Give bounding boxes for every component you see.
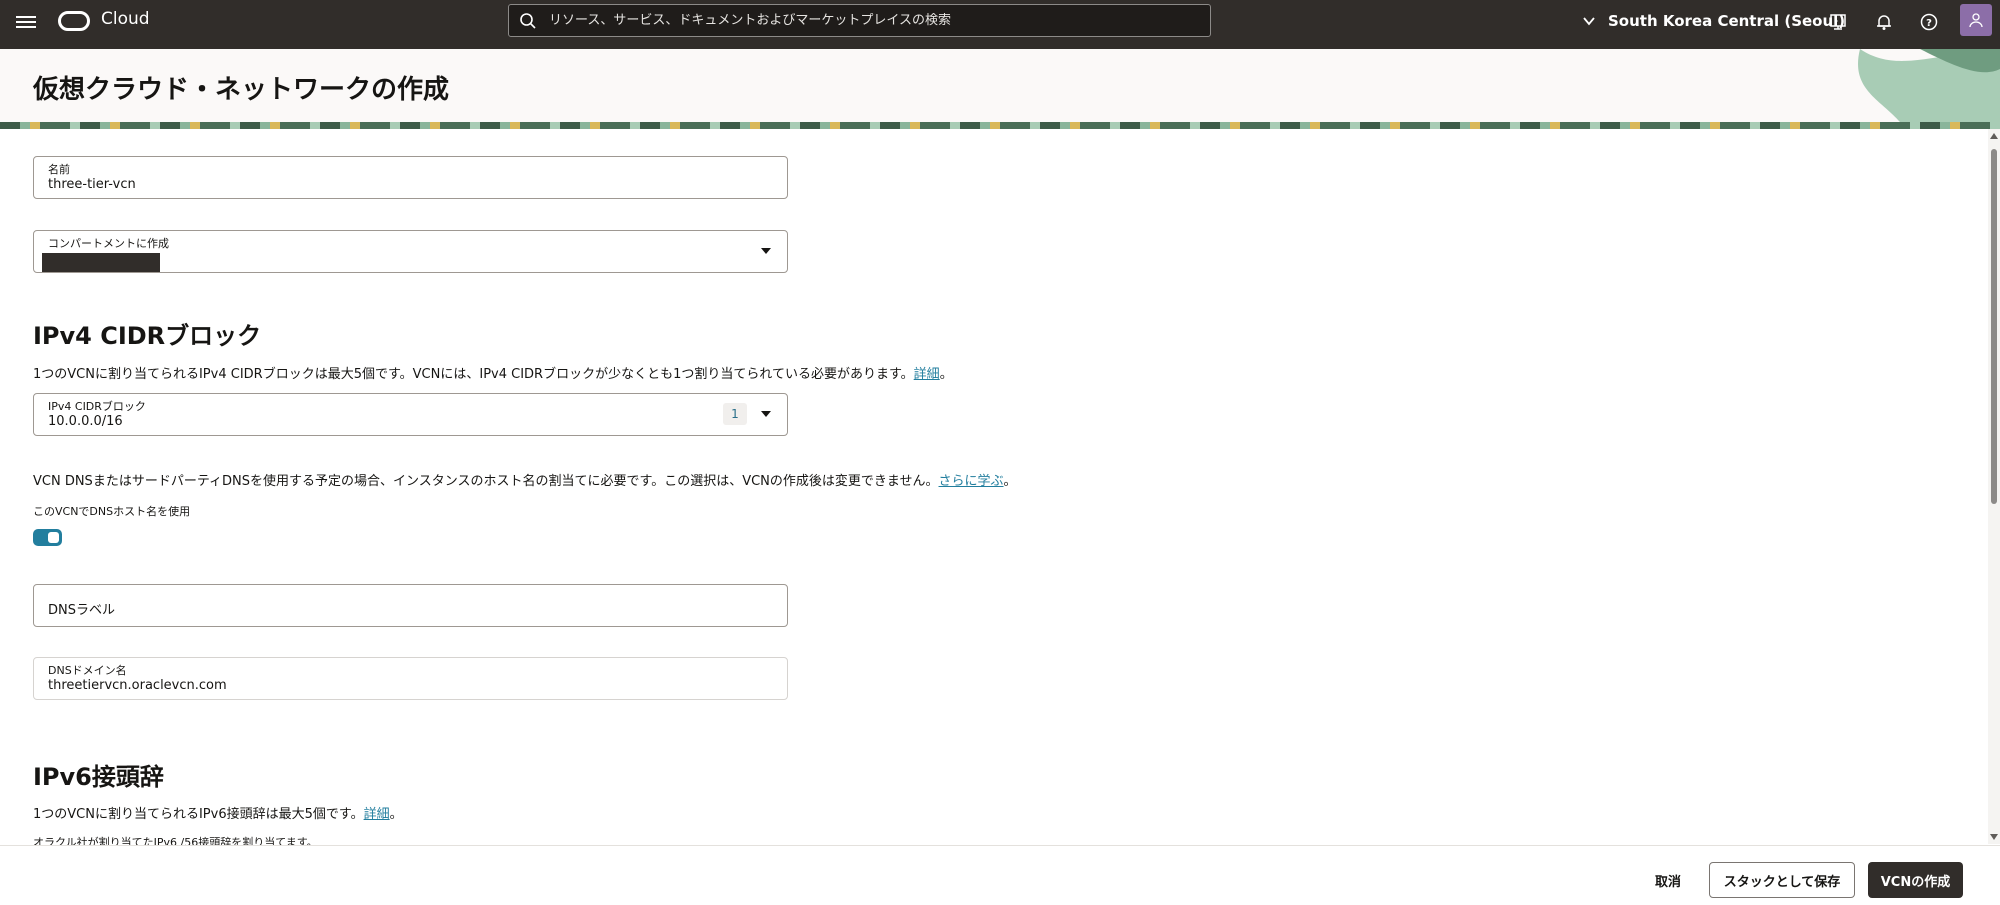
scroll-up-icon[interactable] (1990, 133, 1998, 139)
dns-domain-label: DNSドメイン名 (48, 664, 127, 677)
dns-hostname-toggle[interactable] (33, 529, 62, 546)
header-pattern-band (0, 122, 2000, 129)
ipv4-cidr-select-value: 10.0.0.0/16 (48, 414, 123, 429)
user-icon (1969, 13, 1983, 28)
ipv6-description: 1つのVCNに割り当てられるIPv6接頭辞は最大5個です。詳細。 (33, 803, 403, 822)
svg-text:?: ? (1926, 18, 1932, 29)
search-input[interactable] (549, 13, 1210, 28)
ipv4-cidr-select[interactable]: IPv4 CIDRブロック 10.0.0.0/16 1 (33, 393, 788, 436)
dns-label-field[interactable]: DNSラベル (33, 584, 788, 627)
toggle-knob (48, 532, 59, 543)
dns-description-text: VCN DNSまたはサードパーティDNSを使用する予定の場合、インスタンスのホス… (33, 474, 939, 489)
name-field[interactable]: 名前 three-tier-vcn (33, 156, 788, 199)
cancel-button[interactable]: 取消 (1640, 862, 1696, 898)
oracle-logo-icon[interactable] (58, 11, 90, 31)
search-icon (520, 12, 536, 29)
ipv4-cidr-select-label: IPv4 CIDRブロック (48, 400, 146, 413)
header-decoration (1858, 49, 2000, 122)
top-navigation-bar: Cloud South Korea Central (Seoul) ? (0, 0, 2000, 49)
dns-description: VCN DNSまたはサードパーティDNSを使用する予定の場合、インスタンスのホス… (33, 470, 1017, 489)
create-vcn-button[interactable]: VCNの作成 (1868, 862, 1963, 898)
compartment-select-label: コンパートメントに作成 (48, 237, 169, 250)
punctuation: 。 (939, 367, 953, 382)
name-field-value[interactable]: three-tier-vcn (48, 177, 136, 192)
dns-domain-value: threetiervcn.oraclevcn.com (48, 678, 227, 693)
ipv4-count-badge: 1 (723, 403, 747, 425)
footer-action-bar: 取消 スタックとして保存 VCNの作成 (0, 845, 2000, 905)
avatar[interactable] (1960, 4, 1992, 36)
scrollbar-thumb[interactable] (1991, 149, 1997, 504)
punctuation: 。 (389, 807, 403, 822)
dns-toggle-label: このVCNでDNSホスト名を使用 (33, 505, 191, 518)
ipv4-description: 1つのVCNに割り当てられるIPv4 CIDRブロックは最大5個です。VCNには… (33, 363, 953, 382)
ipv6-description-text: 1つのVCNに割り当てられるIPv6接頭辞は最大5個です。 (33, 807, 364, 822)
punctuation: 。 (1003, 474, 1017, 489)
ipv4-heading: IPv4 CIDRブロック (33, 322, 262, 350)
page-title: 仮想クラウド・ネットワークの作成 (33, 75, 450, 105)
dns-domain-field: DNSドメイン名 threetiervcn.oraclevcn.com (33, 657, 788, 700)
dns-label-placeholder: DNSラベル (48, 603, 115, 618)
region-label: South Korea Central (Seoul) (1608, 12, 1846, 30)
caret-down-icon[interactable] (761, 248, 771, 254)
region-selector[interactable]: South Korea Central (Seoul) (1582, 12, 1845, 30)
page-scrollbar[interactable] (1988, 129, 2000, 844)
cloud-shell-icon[interactable] (1828, 12, 1848, 32)
save-as-stack-button[interactable]: スタックとして保存 (1709, 862, 1855, 898)
ipv6-heading: IPv6接頭辞 (33, 763, 164, 791)
compartment-redacted-value (42, 253, 160, 272)
page-header: 仮想クラウド・ネットワークの作成 (0, 49, 2000, 122)
scroll-down-icon[interactable] (1990, 834, 1998, 840)
ipv6-details-link[interactable]: 詳細 (364, 807, 390, 822)
chevron-down-icon (1583, 17, 1595, 26)
menu-icon[interactable] (16, 13, 36, 33)
caret-down-icon[interactable] (761, 411, 771, 417)
search-bar[interactable] (508, 4, 1211, 37)
brand-label[interactable]: Cloud (101, 9, 150, 29)
help-icon[interactable]: ? (1919, 12, 1939, 32)
name-field-label: 名前 (48, 163, 70, 176)
bell-icon[interactable] (1874, 12, 1894, 32)
compartment-select[interactable]: コンパートメントに作成 (33, 230, 788, 273)
ipv4-details-link[interactable]: 詳細 (914, 367, 940, 382)
dns-learn-more-link[interactable]: さらに学ぶ (939, 474, 1004, 489)
ipv4-description-text: 1つのVCNに割り当てられるIPv4 CIDRブロックは最大5個です。VCNには… (33, 367, 914, 382)
